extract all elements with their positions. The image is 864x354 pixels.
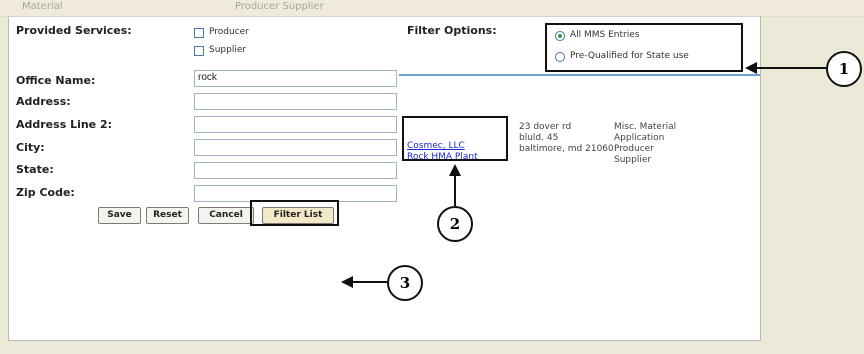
callout-circle-2: 2 bbox=[437, 206, 473, 242]
callout-arrows bbox=[341, 62, 826, 288]
callout-circle-3: 3 bbox=[387, 265, 423, 301]
callout-circle-1: 1 bbox=[826, 51, 862, 87]
arrow-1-head bbox=[745, 62, 757, 74]
arrow-2-head bbox=[449, 164, 461, 176]
arrow-3-head bbox=[341, 276, 353, 288]
